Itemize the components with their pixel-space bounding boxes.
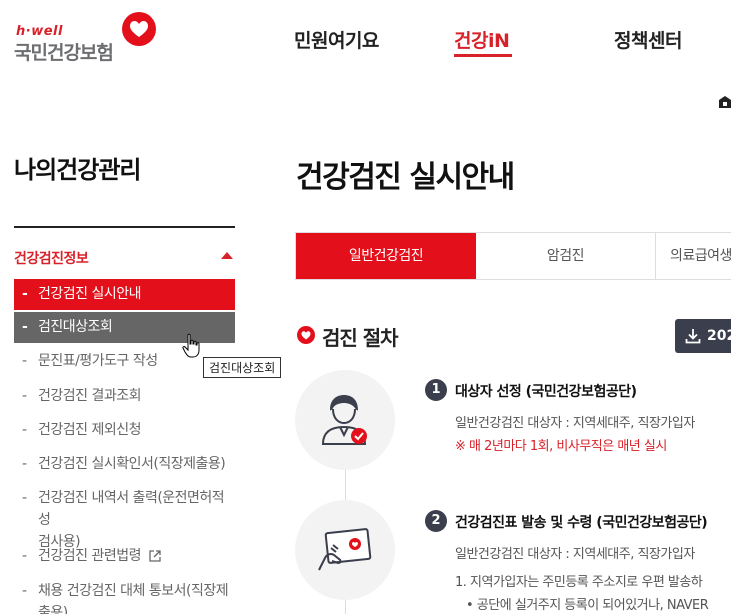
step-1-text: 일반건강검진 대상자 : 지역세대주, 직장가입자 (455, 416, 695, 431)
nav-policy-center[interactable]: 정책센터 (614, 26, 682, 53)
nav-minwon[interactable]: 민원여기요 (294, 26, 379, 53)
sidebar-title: 나의건강관리 (14, 156, 141, 184)
dash-marker: - (22, 388, 27, 404)
dash-marker: - (22, 353, 27, 369)
step-2-text: 일반건강검진 대상자 : 지역세대주, 직장가입자 (455, 547, 695, 562)
dash-marker: - (22, 490, 27, 506)
nav-active-underline (454, 54, 512, 57)
download-button[interactable]: 202 (675, 319, 731, 353)
step-1-title: 대상자 선정 (국민건강보험공단) (455, 384, 637, 400)
page-title: 건강검진 실시안내 (296, 160, 515, 195)
dash-marker: - (22, 286, 28, 302)
dash-marker: - (22, 548, 27, 564)
sidebar-group-checkup-info[interactable]: 건강검진정보 (14, 248, 235, 268)
dash-marker: - (22, 319, 28, 335)
sidebar-item-label: 건강검진 내역서 출력(운전면허적성 (38, 490, 225, 528)
person-check-icon (321, 395, 367, 445)
sidebar-item-confirmation[interactable]: - 건강검진 실시확인서(직장제출용) (14, 453, 235, 475)
step-2-text: 1. 지역가입자는 주민등록 주소지로 우편 발송하 (455, 575, 703, 590)
sidebar-item-label-cont: 출용) (38, 605, 68, 614)
sidebar-item-label: 건강검진 관련법령 (38, 548, 142, 564)
sidebar-item-exemption[interactable]: - 건강검진 제외신청 (14, 419, 235, 441)
step-2-text: • 공단에 실거주지 등록이 되어있거나, NAVER (466, 598, 709, 613)
dash-marker: - (22, 456, 27, 472)
step-2-illustration (295, 500, 395, 600)
step-2-title: 건강검진표 발송 및 수령 (국민건강보험공단) (455, 515, 708, 531)
sidebar-divider (14, 226, 235, 228)
tab-cancer-checkup[interactable]: 암검진 (476, 233, 656, 279)
dash-marker: - (22, 422, 27, 438)
step-1-illustration (295, 370, 395, 470)
sidebar-item-label: 건강검진 제외신청 (38, 422, 142, 438)
tooltip: 검진대상조회 (203, 357, 282, 378)
sidebar-item-label: 건강검진 실시안내 (38, 286, 142, 302)
external-link-icon (149, 550, 161, 562)
sidebar-item-results[interactable]: - 건강검진 결과조회 (14, 385, 235, 407)
hand-cursor-icon (182, 333, 200, 358)
sidebar-item-label: 문진표/평가도구 작성 (38, 353, 158, 369)
section-title: 검진 절차 (322, 326, 399, 350)
download-icon (685, 329, 701, 344)
card-hand-icon (318, 528, 372, 571)
step-1-number: 1 (425, 379, 447, 401)
sidebar-item-checkup-guide[interactable]: - 건강검진 실시안내 (14, 279, 235, 310)
sidebar-item-label: 건강검진 실시확인서(직장제출용) (38, 456, 226, 472)
nav-health-in[interactable]: 건강iN (454, 26, 510, 53)
caret-up-icon (221, 252, 233, 259)
dash-marker: - (22, 583, 27, 599)
download-label: 202 (707, 328, 731, 344)
sidebar-item-employment-notice[interactable]: - 채용 건강검진 대체 통보서(직장제 출용) (14, 580, 235, 614)
sidebar-item-label: 검진대상조회 (38, 319, 113, 335)
step-1-note: ※ 매 2년마다 1회, 비사무직은 매년 실시 (455, 439, 667, 454)
global-nav: 민원여기요 건강iN 정책센터 (0, 26, 731, 66)
tab-general-checkup[interactable]: 일반건강검진 (296, 233, 476, 279)
checkup-type-tabs: 일반건강검진 암검진 의료급여생 (295, 232, 731, 280)
tab-medical-aid[interactable]: 의료급여생 (656, 233, 731, 279)
home-icon[interactable] (718, 95, 731, 109)
step-2-number: 2 (425, 510, 447, 532)
sidebar-item-statement-print[interactable]: - 건강검진 내역서 출력(운전면허적성 검사용) (14, 487, 235, 553)
heart-bullet-icon (297, 326, 315, 344)
sidebar-item-regulations[interactable]: - 건강검진 관련법령 (14, 545, 235, 567)
sidebar-group-label: 건강검진정보 (14, 251, 89, 267)
sidebar-item-label: 채용 건강검진 대체 통보서(직장제 (38, 583, 229, 599)
sidebar-item-label: 건강검진 결과조회 (38, 388, 142, 404)
